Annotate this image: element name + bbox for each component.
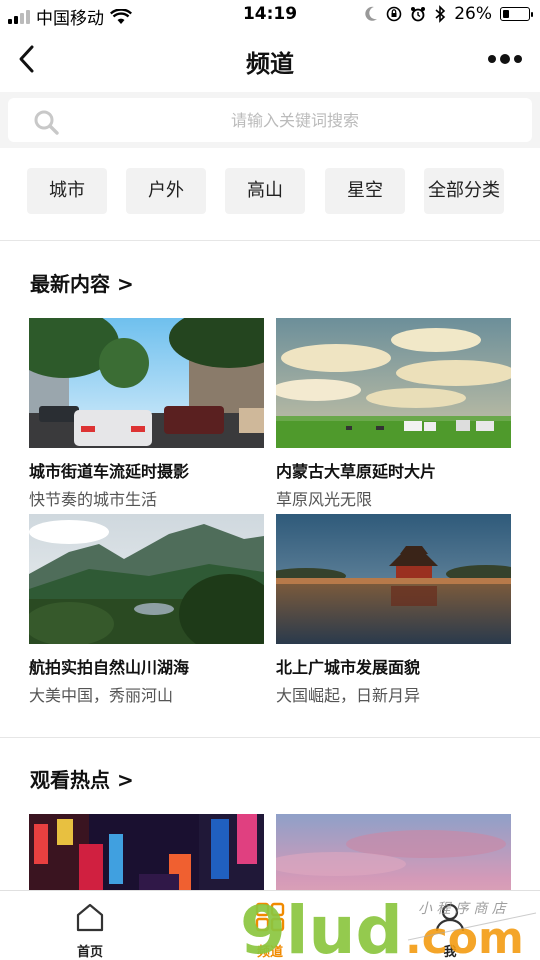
chip-mountain[interactable]: 高山 [225,168,305,214]
nav-bar: 频道 [0,30,540,90]
tab-bar: 首页 频道 我 [0,890,540,960]
tab-me[interactable]: 我 [360,891,540,960]
search-icon [34,110,59,135]
page-title: 频道 [246,50,294,78]
search-box[interactable] [8,98,532,142]
card-title: 北上广城市发展面貌 [276,658,421,677]
status-bar: 中国移动 14:19 26% [0,0,540,30]
card-title: 内蒙古大草原延时大片 [276,462,437,481]
chip-outdoor[interactable]: 户外 [126,168,206,214]
chip-all-categories[interactable]: 全部分类 [424,168,504,214]
moon-icon [365,6,378,21]
video-card[interactable]: 城市街道车流延时摄影 快节奏的城市生活 [29,318,264,509]
status-right: 26% [364,4,533,24]
tab-label: 首页 [76,945,103,960]
battery-percent: 26% [454,4,492,24]
video-card[interactable]: 航拍实拍自然山川湖海 大美中国，秀丽河山 [29,514,264,705]
battery-icon [500,7,533,21]
thumbnail-grassland[interactable] [276,318,511,448]
bluetooth-icon [435,5,446,23]
tab-home[interactable]: 首页 [0,891,180,960]
thumbnail-palace-lake[interactable] [276,514,511,644]
rotation-lock-icon [386,6,402,22]
more-dots-icon[interactable] [488,54,522,64]
card-title: 航拍实拍自然山川湖海 [29,658,190,677]
card-subtitle: 快节奏的城市生活 [29,490,158,509]
thumbnail-city-street[interactable] [29,318,264,448]
chip-starry-sky[interactable]: 星空 [325,168,405,214]
tab-label: 频道 [256,945,283,960]
home-icon [76,903,104,932]
grid-icon [255,902,285,932]
section-title-hot[interactable]: 观看热点 > [30,764,134,793]
chip-city[interactable]: 城市 [27,168,107,214]
divider [0,737,540,738]
alarm-icon [411,7,426,22]
video-card[interactable]: 内蒙古大草原延时大片 草原风光无限 [276,318,511,509]
divider [0,240,540,241]
tab-label: 我 [443,945,457,960]
video-card[interactable]: 北上广城市发展面貌 大国崛起，日新月异 [276,514,511,705]
section-title-latest[interactable]: 最新内容 > [30,268,134,297]
thumbnail-mountains[interactable] [29,514,264,644]
card-title: 城市街道车流延时摄影 [29,462,190,481]
card-subtitle: 大国崛起，日新月异 [276,686,421,705]
search-bar [0,92,540,148]
category-chips: 城市 户外 高山 星空 全部分类 [0,148,540,240]
app-screen: 中国移动 14:19 26% 频道 请输入关键词搜索 城市 户外 高山 星空 全… [0,0,540,960]
tab-channel[interactable]: 频道 [180,891,360,960]
search-input[interactable] [68,108,522,132]
card-subtitle: 草原风光无限 [276,490,373,509]
user-icon [435,903,465,932]
card-subtitle: 大美中国，秀丽河山 [29,686,174,705]
